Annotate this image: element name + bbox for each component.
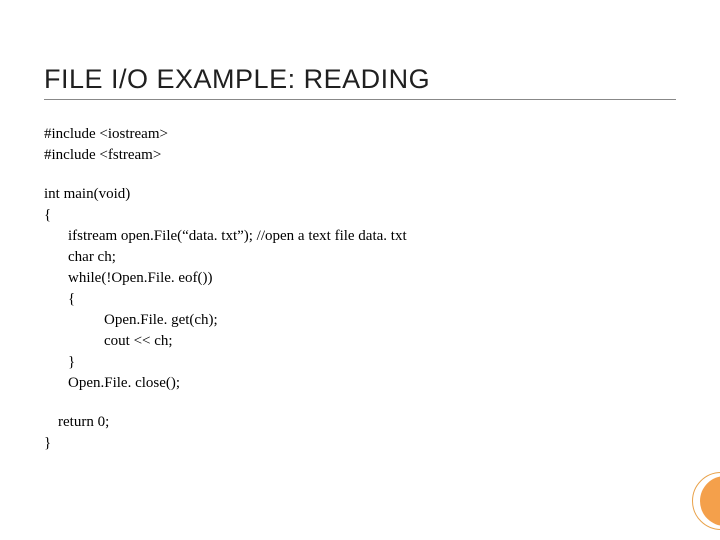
code-line: } bbox=[44, 352, 676, 373]
code-line: { bbox=[44, 205, 676, 226]
slide: FILE I/O EXAMPLE: READING #include <iost… bbox=[0, 0, 720, 540]
code-line: #include <iostream> bbox=[44, 124, 676, 145]
code-line: Open.File. close(); bbox=[44, 373, 676, 394]
code-line: Open.File. get(ch); bbox=[44, 310, 676, 331]
code-line: char ch; bbox=[44, 247, 676, 268]
code-line: } bbox=[44, 433, 676, 454]
code-line: ifstream open.File(“data. txt”); //open … bbox=[44, 226, 676, 247]
code-line: { bbox=[44, 289, 676, 310]
code-line: while(!Open.File. eof()) bbox=[44, 268, 676, 289]
corner-decoration bbox=[656, 468, 720, 532]
main-block: int main(void) { ifstream open.File(“dat… bbox=[44, 184, 676, 454]
code-line: cout << ch; bbox=[44, 331, 676, 352]
circle-fill-icon bbox=[700, 476, 720, 526]
code-line: #include <fstream> bbox=[44, 145, 676, 166]
slide-title: FILE I/O EXAMPLE: READING bbox=[44, 64, 676, 100]
code-line: return 0; bbox=[44, 412, 676, 433]
code-line: int main(void) bbox=[44, 184, 676, 205]
code-body: #include <iostream> #include <fstream> i… bbox=[44, 124, 676, 454]
circle-ring-icon bbox=[692, 472, 720, 530]
includes-block: #include <iostream> #include <fstream> bbox=[44, 124, 676, 166]
